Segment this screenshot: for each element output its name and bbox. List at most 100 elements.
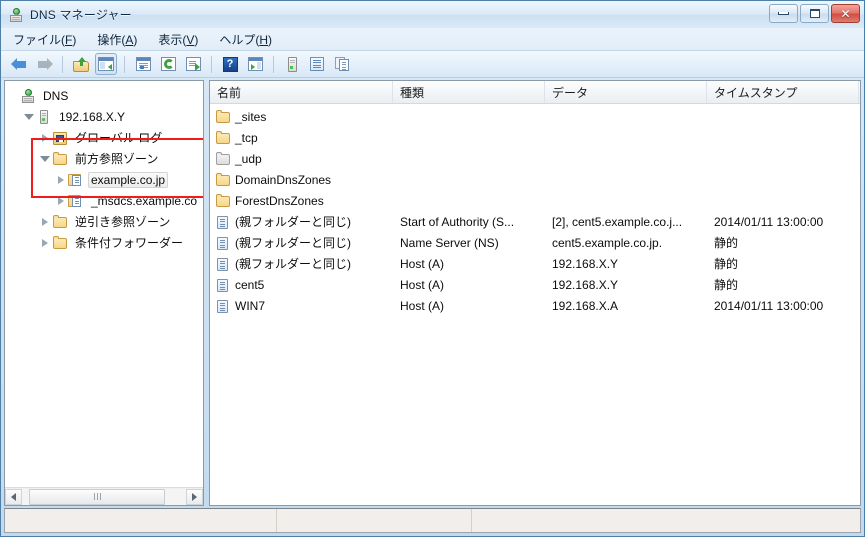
cell-text: cent5 xyxy=(235,277,265,292)
list-column-headers: 名前 種類 データ タイムスタンプ xyxy=(210,81,860,104)
toolbar-separator xyxy=(211,55,212,73)
expand-arrow-icon[interactable] xyxy=(37,217,52,226)
scroll-left-button[interactable] xyxy=(5,488,22,505)
table-row[interactable]: ForestDnsZones xyxy=(210,190,860,211)
window-controls: ✕ xyxy=(769,4,860,23)
server-icon xyxy=(36,109,52,125)
column-header-名前[interactable]: 名前 xyxy=(210,81,393,103)
close-icon: ✕ xyxy=(840,6,851,21)
tree-node-label: DNS xyxy=(43,88,69,103)
cell-タイムスタンプ: 静的 xyxy=(707,234,859,251)
records-list[interactable]: _sites _tcp _udp DomainDnsZones ForestDnsZon… xyxy=(210,104,860,505)
toolbar-up-folder-button[interactable] xyxy=(70,53,92,75)
cell-名前: _sites xyxy=(210,109,393,125)
cell-text: Host (A) xyxy=(400,277,445,292)
table-row[interactable]: cent5 Host (A) 192.168.X.Y 静的 xyxy=(210,274,860,295)
toolbar-separator xyxy=(124,55,125,73)
table-row[interactable]: DomainDnsZones xyxy=(210,169,860,190)
cell-text: Host (A) xyxy=(400,298,445,313)
status-cell-2 xyxy=(277,509,472,532)
cell-名前: (親フォルダーと同じ) xyxy=(210,234,393,251)
table-row[interactable]: (親フォルダーと同じ) Host (A) 192.168.X.Y 静的 xyxy=(210,253,860,274)
toolbar-properties-button[interactable] xyxy=(132,53,154,75)
column-header-タイムスタンプ[interactable]: タイムスタンプ xyxy=(707,81,859,103)
table-row[interactable]: (親フォルダーと同じ) Name Server (NS) cent5.example… xyxy=(210,232,860,253)
menu-file[interactable]: ファイル(F) xyxy=(13,31,76,48)
toolbar-new-window-button[interactable] xyxy=(244,53,266,75)
column-header-データ[interactable]: データ xyxy=(545,81,707,103)
folder-icon xyxy=(215,172,231,188)
toolbar-server-button[interactable] xyxy=(281,53,303,75)
expand-arrow-icon[interactable] xyxy=(53,175,68,184)
folder-icon xyxy=(52,214,68,230)
tree-node-DNS[interactable]: DNS xyxy=(5,85,203,106)
table-row[interactable]: _tcp xyxy=(210,127,860,148)
cell-text: [2], cent5.example.co.j... xyxy=(552,214,683,229)
expand-arrow-icon[interactable] xyxy=(37,133,52,142)
table-row[interactable]: _sites xyxy=(210,106,860,127)
scroll-right-button[interactable] xyxy=(186,488,203,505)
toolbar-record-list-button[interactable] xyxy=(306,53,328,75)
cell-名前: DomainDnsZones xyxy=(210,172,393,188)
chevron-left-icon xyxy=(11,492,16,501)
tree-horizontal-scrollbar[interactable] xyxy=(5,487,203,505)
collapse-arrow-icon[interactable] xyxy=(21,113,36,120)
maximize-button[interactable] xyxy=(800,4,829,23)
server-icon xyxy=(287,56,297,72)
cell-text: _udp xyxy=(235,151,262,166)
zone-icon xyxy=(68,193,84,209)
table-row[interactable]: WIN7 Host (A) 192.168.X.A 2014/01/11 13:00:… xyxy=(210,295,860,316)
tree-node-前方参照ゾーン[interactable]: 前方参照ゾーン xyxy=(5,148,203,169)
cell-種類: Host (A) xyxy=(393,278,545,292)
tree-node-example.co.jp[interactable]: example.co.jp xyxy=(5,169,203,190)
collapse-arrow-icon[interactable] xyxy=(37,155,52,162)
table-row[interactable]: (親フォルダーと同じ) Start of Authority (S... [2], … xyxy=(210,211,860,232)
column-header-種類[interactable]: 種類 xyxy=(393,81,545,103)
cell-名前: (親フォルダーと同じ) xyxy=(210,213,393,230)
scrollbar-track[interactable] xyxy=(22,488,186,505)
tree-node-条件付フォワーダー[interactable]: 条件付フォワーダー xyxy=(5,232,203,253)
cell-text: _tcp xyxy=(235,130,258,145)
cell-text: (親フォルダーと同じ) xyxy=(235,215,351,229)
toolbar: ? xyxy=(1,51,864,78)
toolbar-copy-button[interactable] xyxy=(331,53,353,75)
status-cell-3 xyxy=(472,509,860,532)
menu-view[interactable]: 表示(V) xyxy=(158,31,198,48)
toolbar-export-button[interactable] xyxy=(182,53,204,75)
menu-action[interactable]: 操作(A) xyxy=(97,31,137,48)
folder-icon xyxy=(215,109,231,125)
forward-icon xyxy=(36,57,53,71)
expand-arrow-icon[interactable] xyxy=(53,196,68,205)
toolbar-show-tree-button[interactable] xyxy=(95,53,117,75)
console-tree[interactable]: DNS 192.168.X.Y グローバル ログ 前方参照ゾーン example.co.… xyxy=(5,81,203,487)
cell-text: 192.168.X.Y xyxy=(552,256,619,271)
export-list-icon xyxy=(185,57,201,71)
table-row[interactable]: _udp xyxy=(210,148,860,169)
close-button[interactable]: ✕ xyxy=(831,4,860,23)
cell-text: 静的 xyxy=(714,236,739,250)
tree-node-グローバル ログ[interactable]: グローバル ログ xyxy=(5,127,203,148)
title-bar: DNS マネージャー ✕ xyxy=(1,1,864,28)
record-icon xyxy=(215,214,231,230)
minimize-icon xyxy=(778,12,789,15)
menu-help[interactable]: ヘルプ(H) xyxy=(219,31,272,48)
tree-node-label: 条件付フォワーダー xyxy=(75,235,184,250)
global-log-icon xyxy=(52,130,68,146)
tree-node-_msdcs.example.co[interactable]: _msdcs.example.co xyxy=(5,190,203,211)
minimize-button[interactable] xyxy=(769,4,798,23)
scrollbar-thumb[interactable] xyxy=(29,488,165,505)
expand-arrow-icon[interactable] xyxy=(37,238,52,247)
cell-種類: Host (A) xyxy=(393,257,545,271)
toolbar-forward-button[interactable] xyxy=(33,53,55,75)
toolbar-help-button[interactable]: ? xyxy=(219,53,241,75)
refresh-icon xyxy=(160,57,176,71)
tree-node-逆引き参照ゾーン[interactable]: 逆引き参照ゾーン xyxy=(5,211,203,232)
cell-text: Name Server (NS) xyxy=(400,235,499,250)
help-icon: ? xyxy=(222,56,238,72)
tree-node-192.168.X.Y[interactable]: 192.168.X.Y xyxy=(5,106,203,127)
cell-text: 静的 xyxy=(714,257,739,271)
toolbar-refresh-button[interactable] xyxy=(157,53,179,75)
status-bar xyxy=(4,508,861,533)
column-header-label: タイムスタンプ xyxy=(714,85,798,100)
toolbar-back-button[interactable] xyxy=(8,53,30,75)
